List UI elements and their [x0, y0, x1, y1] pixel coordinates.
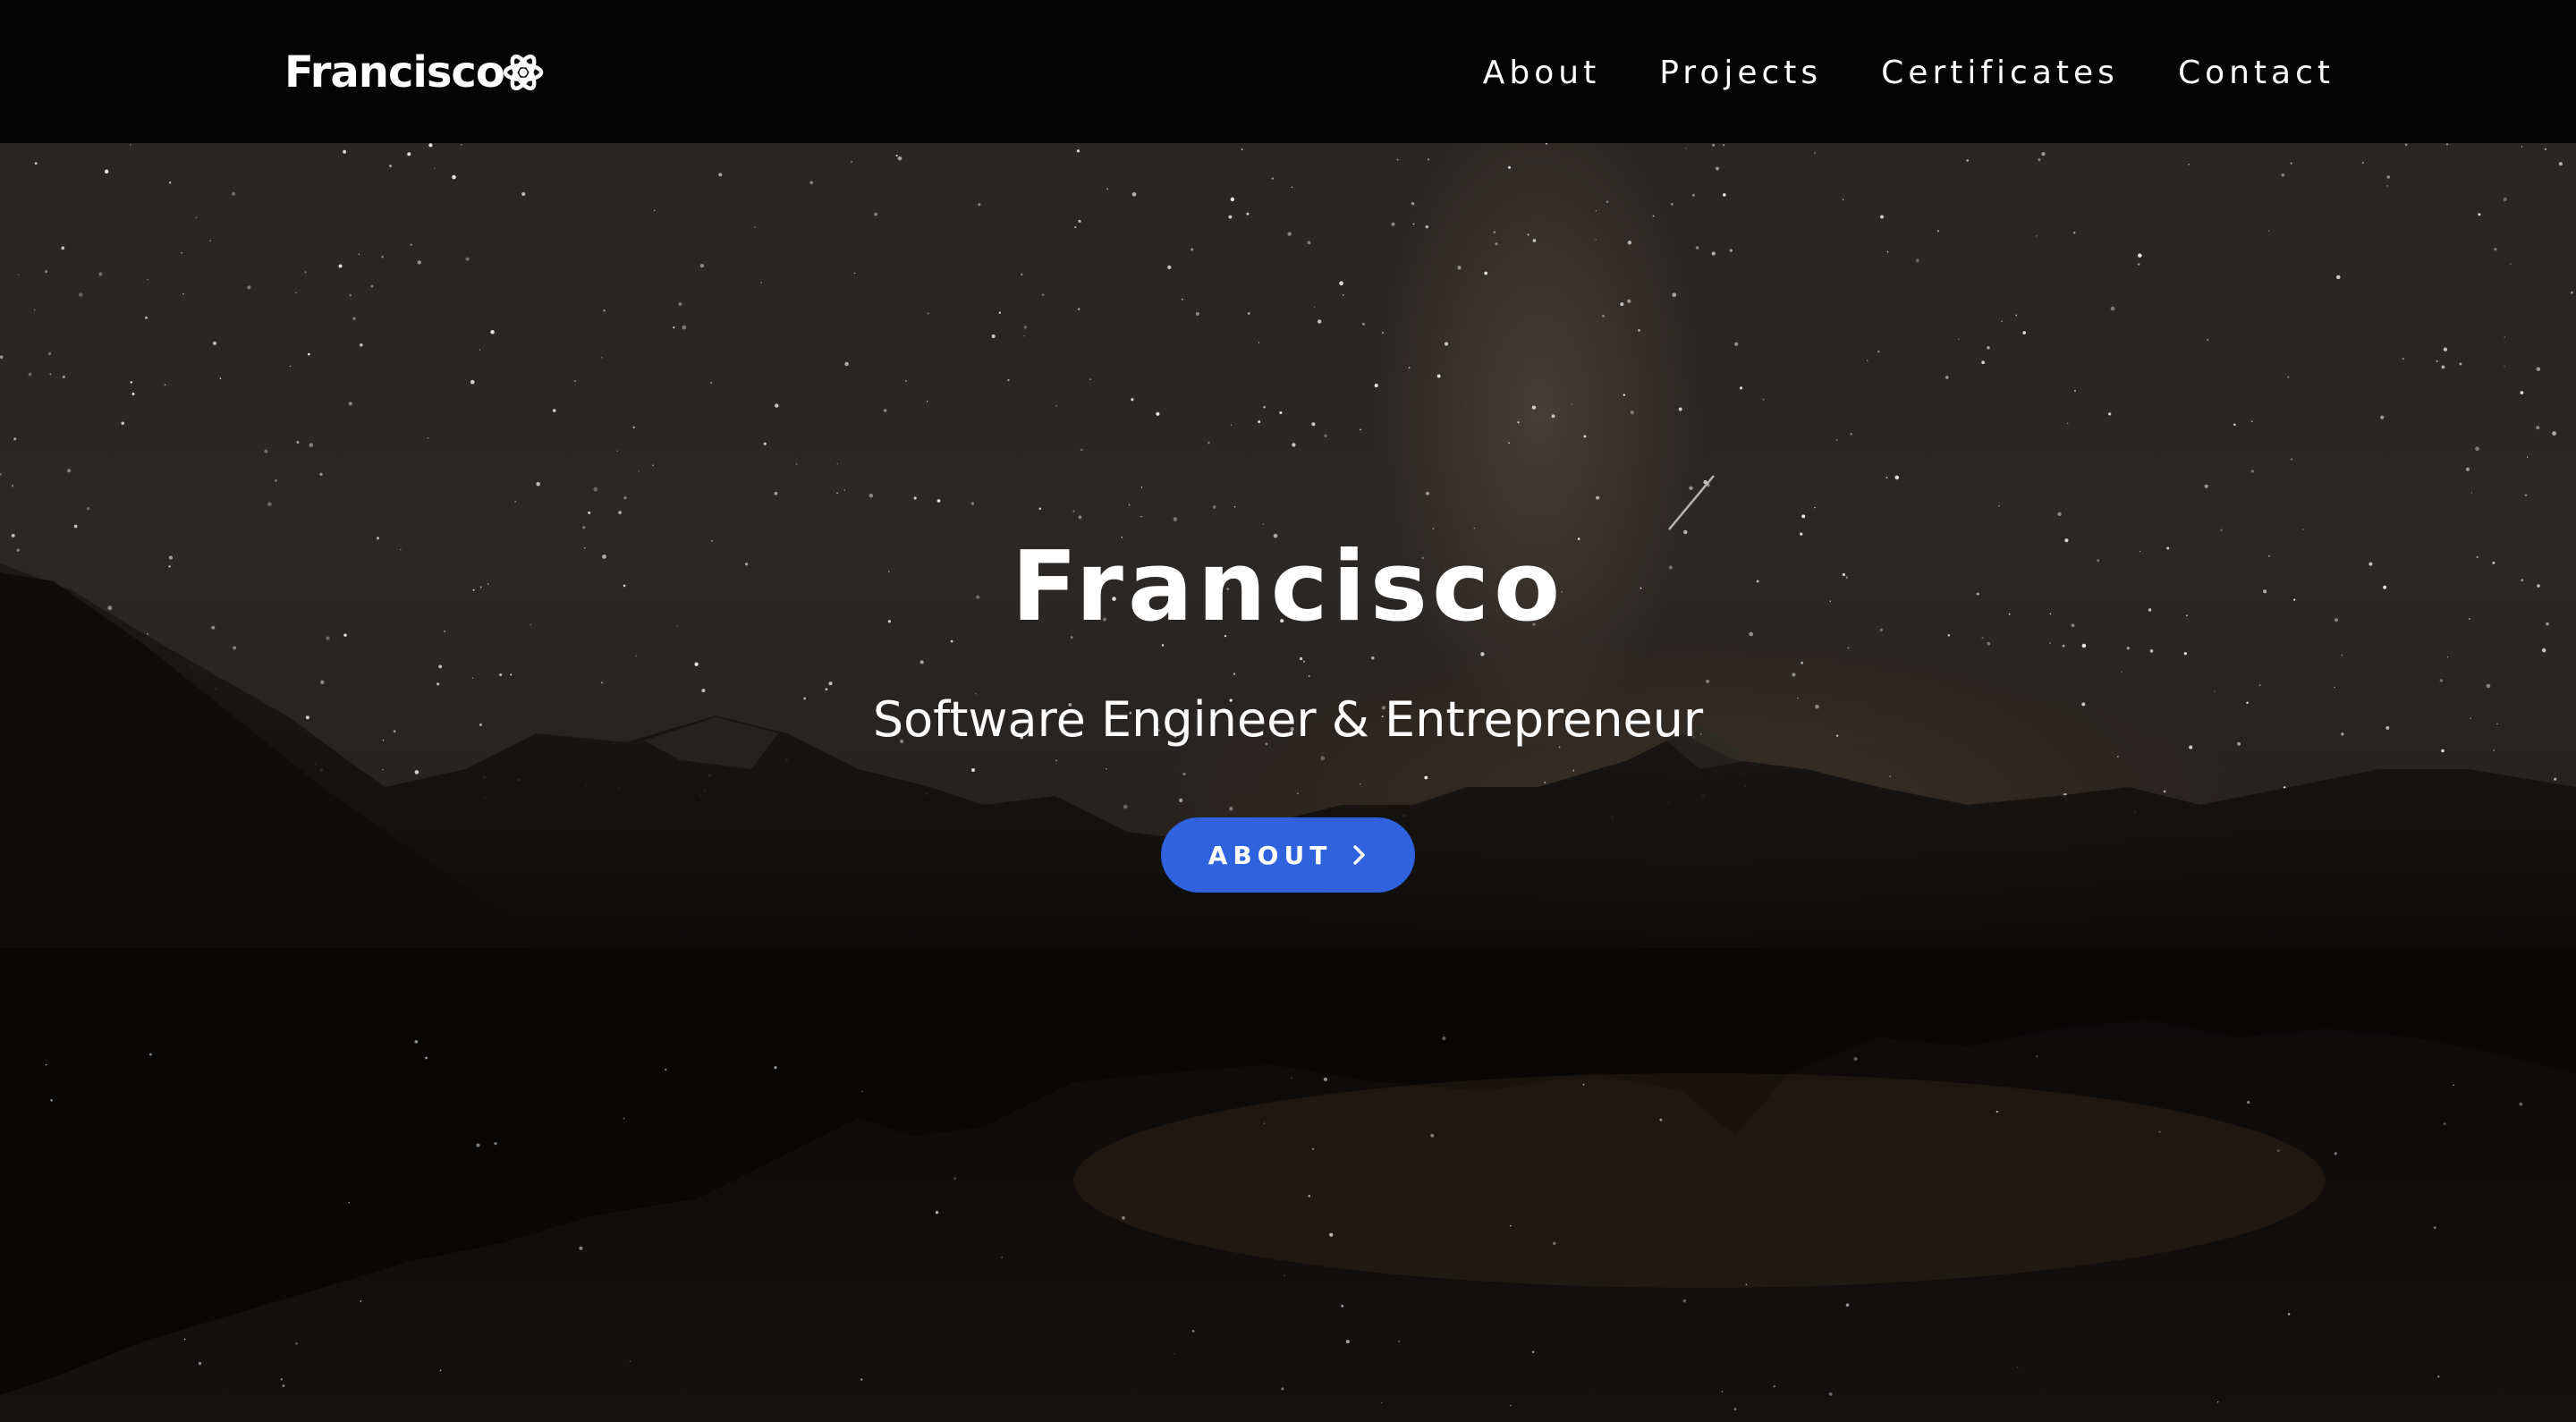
chevron-right-icon [1353, 845, 1366, 865]
atom-icon [503, 54, 544, 91]
page: Francisco About Projects Certificates Co… [0, 0, 2576, 1422]
nav-link-contact[interactable]: Contact [2178, 55, 2334, 91]
about-button-label: ABOUT [1208, 840, 1333, 870]
nav-links: About Projects Certificates Contact [1483, 45, 2334, 100]
navbar: Francisco About Projects Certificates Co… [0, 0, 2576, 143]
nav-link-certificates[interactable]: Certificates [1881, 55, 2119, 91]
hero-subtitle: Software Engineer & Entrepreneur [872, 691, 1704, 748]
hero-section: Francisco Software Engineer & Entreprene… [0, 143, 2576, 1422]
brand-logo[interactable]: Francisco [284, 45, 544, 100]
nav-link-projects[interactable]: Projects [1659, 55, 1822, 91]
hero-content: Francisco Software Engineer & Entreprene… [0, 143, 2576, 1422]
brand-name: Francisco [284, 47, 505, 97]
nav-link-about[interactable]: About [1483, 55, 1600, 91]
hero-title: Francisco [1011, 531, 1565, 643]
about-button[interactable]: ABOUT [1161, 817, 1415, 893]
